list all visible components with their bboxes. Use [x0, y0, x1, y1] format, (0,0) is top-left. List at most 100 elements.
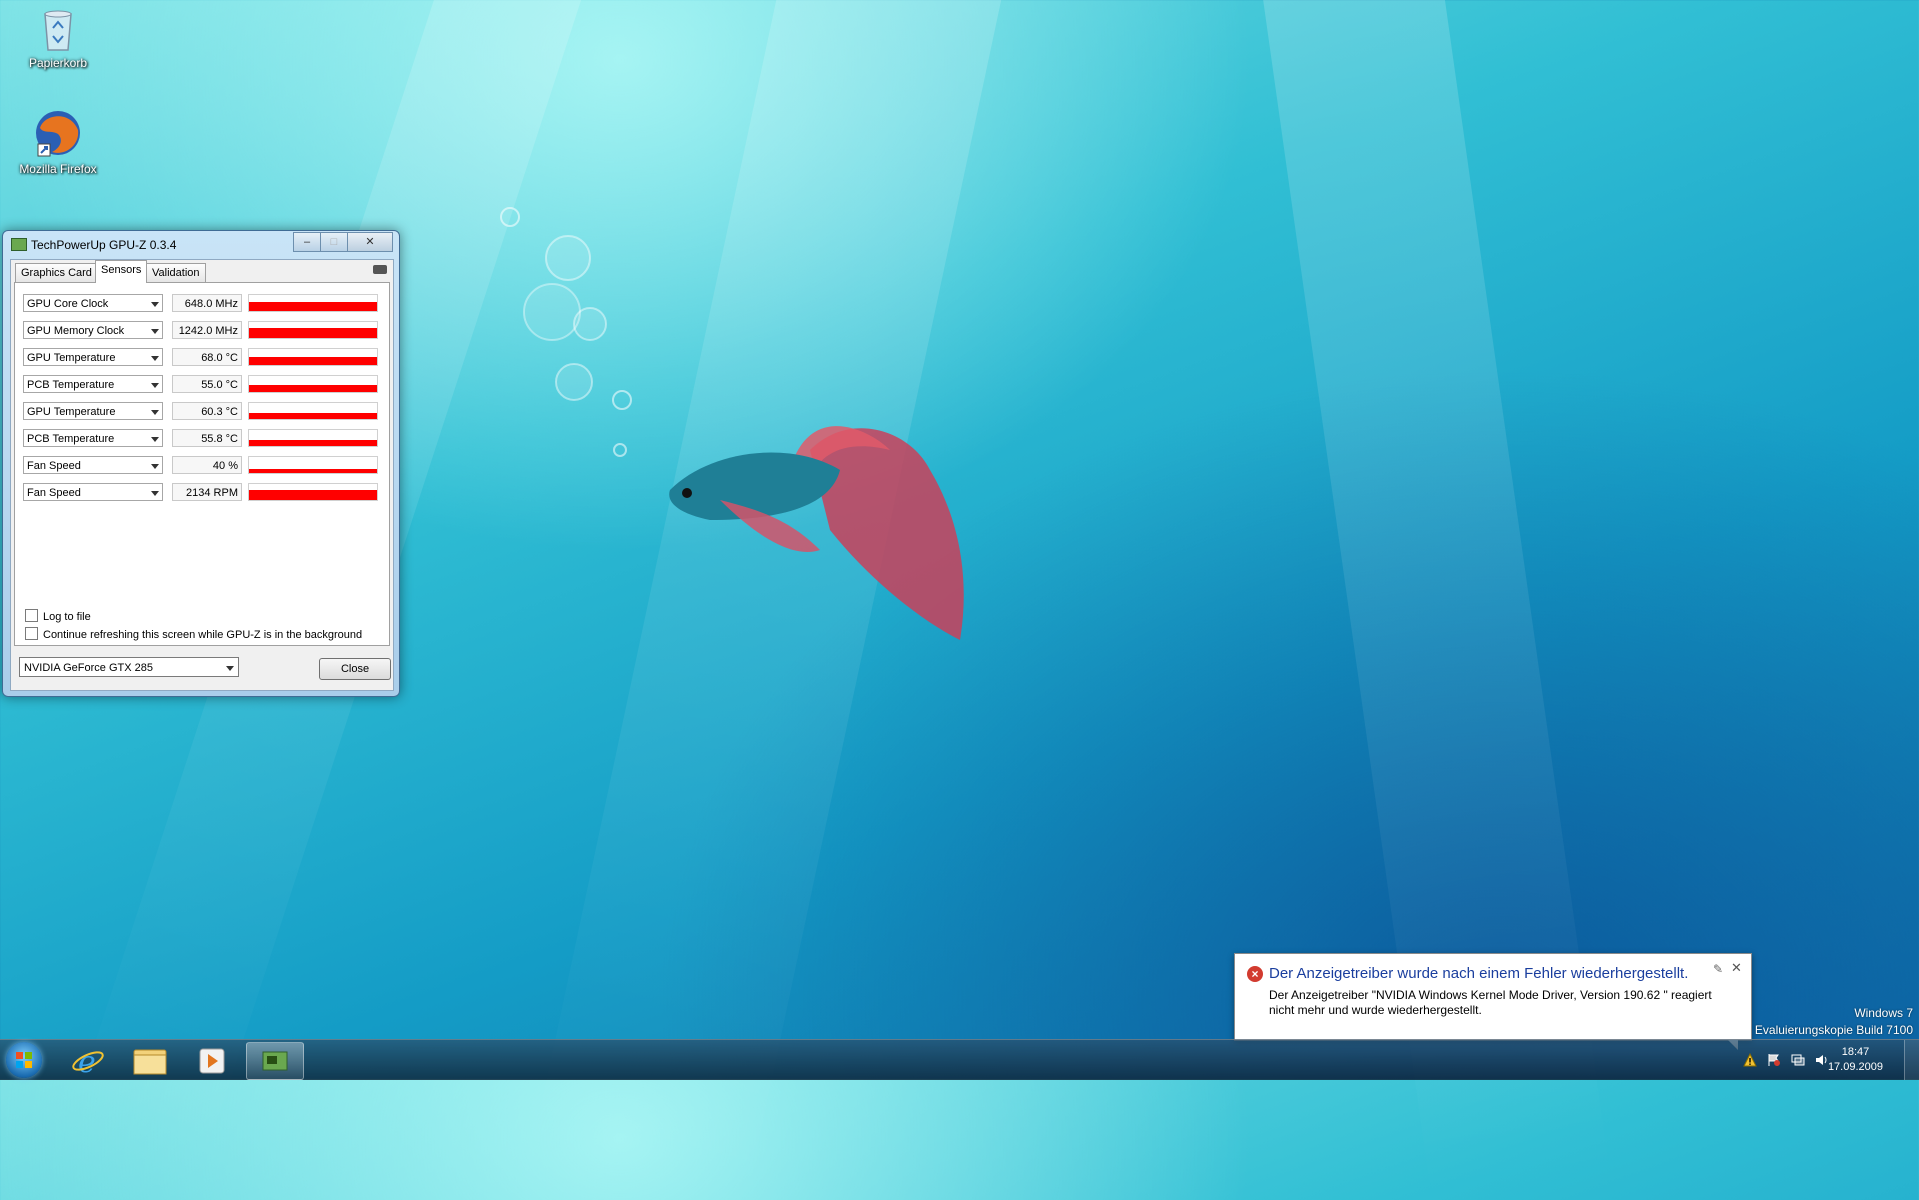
sensor-graph	[248, 348, 378, 366]
sensor-name: GPU Temperature	[27, 406, 116, 418]
checkbox-box[interactable]	[25, 609, 38, 622]
recycle-bin-icon	[39, 6, 77, 52]
sensor-row: GPU Memory Clock 1242.0 MHz	[23, 321, 383, 341]
sensor-graph	[248, 375, 378, 393]
error-icon: ×	[1247, 966, 1263, 982]
sensor-name: GPU Temperature	[27, 352, 116, 364]
log-to-file-checkbox[interactable]: Log to file	[25, 609, 91, 623]
pin-icon[interactable]: ✎	[1713, 962, 1723, 976]
windows-logo-icon	[16, 1052, 32, 1068]
sensor-value: 55.0 °C	[172, 375, 242, 393]
sensor-value: 2134 RPM	[172, 483, 242, 501]
system-tray: 18:47 17.09.2009	[1719, 1040, 1919, 1080]
network-icon[interactable]	[1791, 1053, 1805, 1067]
sensor-select[interactable]: PCB Temperature	[23, 429, 163, 447]
notification-balloon[interactable]: × Der Anzeigetreiber wurde nach einem Fe…	[1234, 953, 1752, 1041]
sensor-row: Fan Speed 40 %	[23, 456, 383, 476]
sensor-graph	[248, 429, 378, 447]
sensor-row: PCB Temperature 55.8 °C	[23, 429, 383, 449]
gpu-z-icon	[262, 1051, 288, 1071]
close-window-button[interactable]: ✕	[347, 232, 393, 252]
clock-time: 18:47	[1841, 1046, 1870, 1058]
sensor-select[interactable]: PCB Temperature	[23, 375, 163, 393]
sensor-select[interactable]: GPU Memory Clock	[23, 321, 163, 339]
tab-sensors[interactable]: Sensors	[95, 260, 148, 283]
warning-icon[interactable]	[1743, 1053, 1757, 1067]
screenshot-camera-icon[interactable]	[373, 265, 387, 274]
continue-refresh-checkbox[interactable]: Continue refreshing this screen while GP…	[25, 627, 362, 641]
taskbar-media-player[interactable]	[184, 1042, 240, 1078]
chevron-down-icon	[151, 302, 159, 307]
sensor-value: 60.3 °C	[172, 402, 242, 420]
gpu-z-window: TechPowerUp GPU-Z 0.3.4 – □ ✕ Graphics C…	[2, 230, 400, 697]
notification-close-button[interactable]: ✕	[1731, 960, 1742, 976]
sensor-graph-fill	[249, 302, 377, 311]
desktop-icon-firefox[interactable]: Mozilla Firefox	[10, 108, 106, 176]
internet-explorer-icon: e	[72, 1045, 104, 1080]
gpu-select-dropdown[interactable]: NVIDIA GeForce GTX 285	[19, 657, 239, 677]
sensor-select[interactable]: GPU Core Clock	[23, 294, 163, 312]
desktop-icon-recycle-bin[interactable]: Papierkorb	[10, 6, 106, 70]
sensor-select[interactable]: Fan Speed	[23, 483, 163, 501]
minimize-button[interactable]: –	[293, 232, 321, 252]
taskbar: e 18:47 17.09.2009	[0, 1039, 1919, 1080]
maximize-button[interactable]: □	[320, 232, 348, 252]
sensor-name: Fan Speed	[27, 460, 81, 472]
close-button[interactable]: Close	[319, 658, 391, 680]
tab-validation[interactable]: Validation	[146, 263, 206, 282]
sensor-row: PCB Temperature 55.0 °C	[23, 375, 383, 395]
notification-body: Der Anzeigetreiber "NVIDIA Windows Kerne…	[1269, 988, 1712, 1017]
watermark-line2: Evaluierungskopie Build 7100	[1754, 1023, 1913, 1037]
start-button[interactable]	[6, 1042, 42, 1078]
clock[interactable]: 18:47 17.09.2009	[1828, 1045, 1883, 1075]
sensor-value: 55.8 °C	[172, 429, 242, 447]
window-client-area: Graphics Card Sensors Validation GPU Cor…	[10, 259, 394, 691]
sensor-row: GPU Temperature 68.0 °C	[23, 348, 383, 368]
window-titlebar[interactable]: TechPowerUp GPU-Z 0.3.4 – □ ✕	[3, 231, 399, 259]
sensor-graph	[248, 321, 378, 339]
desktop-icon-label: Papierkorb	[28, 56, 88, 70]
sensor-graph-fill	[249, 469, 377, 473]
wallpaper-betta-fish	[500, 207, 964, 640]
volume-icon[interactable]	[1815, 1053, 1829, 1067]
checkbox-label: Log to file	[43, 611, 91, 623]
chevron-down-icon	[151, 410, 159, 415]
sensor-value: 1242.0 MHz	[172, 321, 242, 339]
chevron-down-icon	[151, 356, 159, 361]
show-desktop-button[interactable]	[1904, 1040, 1919, 1080]
taskbar-gpu-z[interactable]	[246, 1042, 304, 1080]
chevron-down-icon	[226, 666, 234, 671]
sensor-name: Fan Speed	[27, 487, 81, 499]
sensor-select[interactable]: Fan Speed	[23, 456, 163, 474]
sensor-name: PCB Temperature	[27, 433, 115, 445]
windows-watermark: Windows 7 Evaluierungskopie Build 7100	[1755, 1005, 1913, 1039]
window-title: TechPowerUp GPU-Z 0.3.4	[31, 238, 177, 252]
sensor-graph	[248, 402, 378, 420]
checkbox-box[interactable]	[25, 627, 38, 640]
media-player-icon	[199, 1048, 225, 1074]
gpu-select-value: NVIDIA GeForce GTX 285	[24, 662, 153, 674]
sensor-graph-fill	[249, 490, 377, 500]
sensor-name: GPU Core Clock	[27, 298, 109, 310]
notification-title: Der Anzeigetreiber wurde nach einem Fehl…	[1269, 965, 1689, 982]
sensor-select[interactable]: GPU Temperature	[23, 402, 163, 420]
taskbar-explorer[interactable]	[122, 1042, 178, 1078]
sensor-graph-fill	[249, 385, 377, 392]
svg-text:e: e	[78, 1045, 96, 1078]
taskbar-internet-explorer[interactable]: e	[60, 1042, 116, 1080]
action-center-flag-icon[interactable]	[1767, 1053, 1781, 1067]
sensor-graph-fill	[249, 357, 377, 365]
sensor-name: GPU Memory Clock	[27, 325, 125, 337]
gpu-z-app-icon	[11, 238, 27, 251]
chevron-down-icon	[151, 383, 159, 388]
sensor-graph-fill	[249, 328, 377, 338]
sensor-value: 68.0 °C	[172, 348, 242, 366]
clock-date: 17.09.2009	[1827, 1061, 1883, 1073]
firefox-icon	[34, 108, 82, 158]
sensor-row: Fan Speed 2134 RPM	[23, 483, 383, 503]
tab-graphics-card[interactable]: Graphics Card	[15, 263, 98, 282]
sensor-value: 648.0 MHz	[172, 294, 242, 312]
chevron-down-icon	[151, 464, 159, 469]
sensor-row: GPU Temperature 60.3 °C	[23, 402, 383, 422]
sensor-select[interactable]: GPU Temperature	[23, 348, 163, 366]
